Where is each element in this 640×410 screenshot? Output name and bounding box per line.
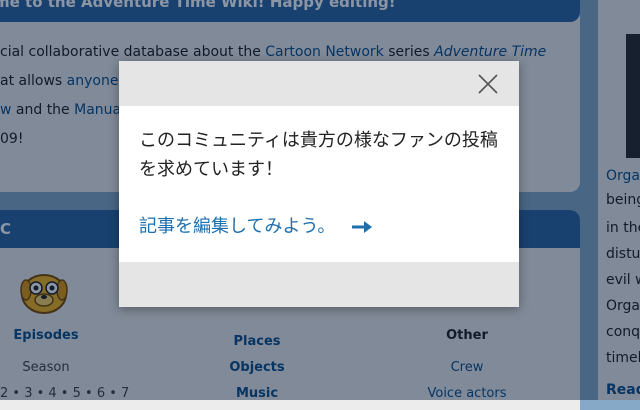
arrow-right-icon[interactable] xyxy=(351,220,373,234)
modal-body: このコミュニティは貴方の様なファンの投稿を求めています！ 記事を編集してみよう。 xyxy=(119,106,519,262)
edit-article-label[interactable]: 記事を編集してみよう。 xyxy=(139,212,335,242)
modal-message: このコミュニティは貴方の様なファンの投稿を求めています！ xyxy=(139,130,498,180)
edit-article-button[interactable]: 記事を編集してみよう。 xyxy=(139,212,373,242)
close-icon[interactable] xyxy=(477,73,499,95)
contribution-modal: このコミュニティは貴方の様なファンの投稿を求めています！ 記事を編集してみよう。 xyxy=(119,61,519,307)
modal-footer xyxy=(119,262,519,307)
modal-header xyxy=(119,61,519,106)
